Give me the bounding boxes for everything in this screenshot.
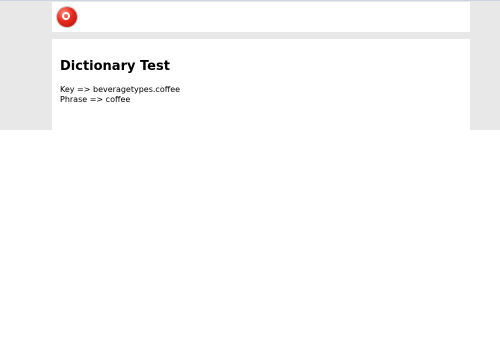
page-title: Dictionary Test: [60, 59, 170, 74]
header-bar: [52, 2, 470, 32]
page-background: Dictionary Test Key => beveragetypes.cof…: [0, 0, 500, 131]
content-card: Dictionary Test Key => beveragetypes.cof…: [52, 39, 470, 131]
phrase-row: Phrase => coffee: [60, 95, 131, 104]
key-row: Key => beveragetypes.coffee: [60, 85, 181, 94]
red-circle-logo-icon[interactable]: [57, 7, 77, 27]
key-value-list: Key => beveragetypes.coffee Phrase => co…: [60, 85, 180, 105]
